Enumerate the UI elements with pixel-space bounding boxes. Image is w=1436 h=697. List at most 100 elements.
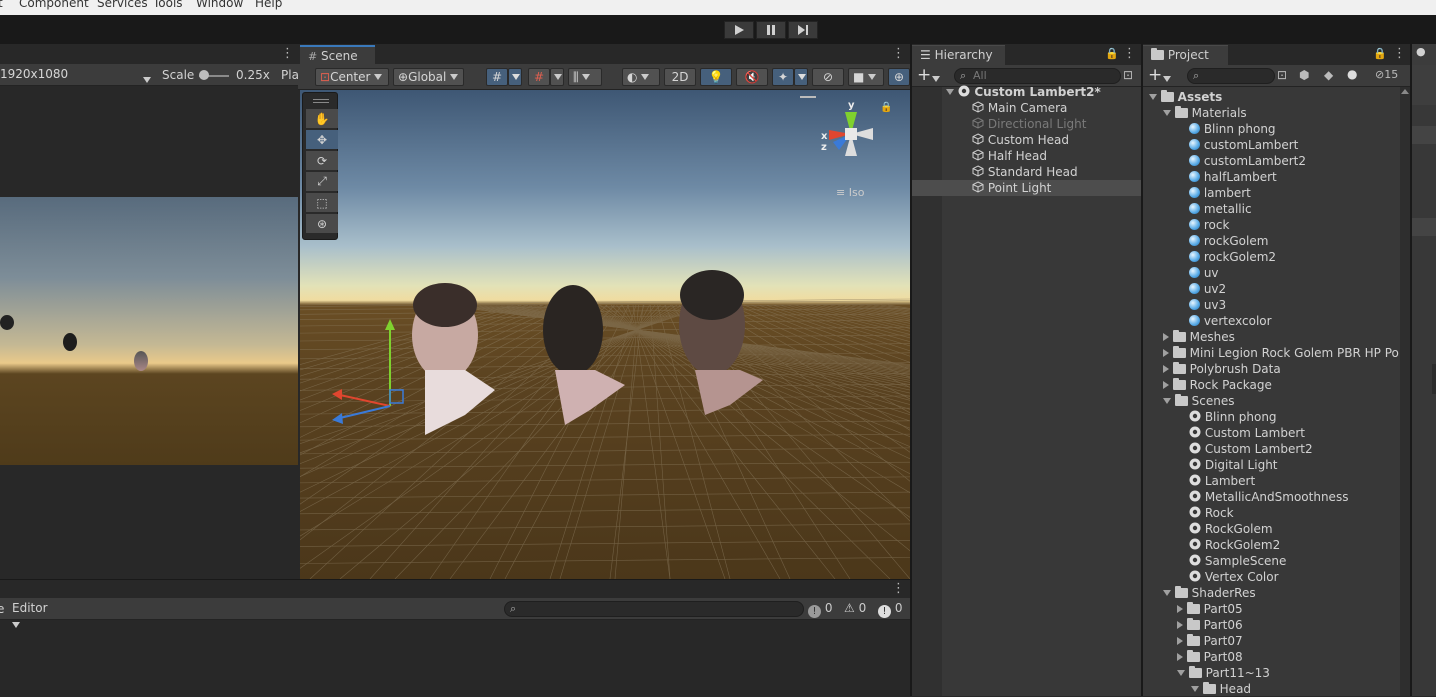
collapsed-arrow-icon[interactable] [1163, 333, 1169, 341]
type-filter-icon[interactable]: ⬢ [1299, 68, 1309, 82]
hand-tool-button[interactable]: ✋ [306, 109, 338, 128]
hierarchy-item[interactable]: Standard Head [912, 164, 1141, 180]
hidden-packages-toggle[interactable]: ⊘15 [1375, 68, 1398, 81]
project-material-item[interactable]: vertexcolor [1143, 313, 1400, 329]
resolution-dropdown[interactable]: 1920x1080 [0, 66, 154, 84]
effects-toggle[interactable]: ✦ [772, 68, 794, 86]
game-view-render[interactable] [0, 197, 298, 465]
kebab-menu-icon[interactable]: ⋮ [892, 46, 905, 61]
collapsed-arrow-icon[interactable] [1177, 621, 1183, 629]
hierarchy-scene-row[interactable]: Custom Lambert2* [912, 84, 1141, 100]
menu-services[interactable]: Services [97, 0, 148, 9]
hierarchy-item[interactable]: Half Head [912, 148, 1141, 164]
lock-icon[interactable]: 🔒 [1373, 47, 1387, 60]
project-scene-item[interactable]: Custom Lambert [1143, 425, 1400, 441]
hierarchy-item[interactable]: Custom Head [912, 132, 1141, 148]
expand-arrow-icon[interactable] [1191, 686, 1199, 692]
project-material-item[interactable]: customLambert [1143, 137, 1400, 153]
grid-snap-dropdown[interactable] [508, 68, 522, 86]
label-filter-icon[interactable]: ◆ [1324, 68, 1333, 82]
project-material-item[interactable]: lambert [1143, 185, 1400, 201]
scene-viewport[interactable]: ✋ ✥ ⟳ ⤢ ⬚ ⊛ 🔒 y x z ≡ Iso [300, 90, 910, 579]
expand-arrow-icon[interactable] [1163, 398, 1171, 404]
project-material-item[interactable]: rock [1143, 217, 1400, 233]
warning-count-toggle[interactable]: ⚠ 0 [844, 600, 876, 618]
project-material-item[interactable]: metallic [1143, 201, 1400, 217]
project-scene-item[interactable]: SampleScene [1143, 553, 1400, 569]
console-search-input[interactable]: ⌕ [504, 601, 804, 617]
collapsed-arrow-icon[interactable] [1177, 653, 1183, 661]
project-folder[interactable]: Polybrush Data [1143, 361, 1400, 377]
menu-component[interactable]: Component [19, 0, 89, 9]
menu-help[interactable]: Help [255, 0, 282, 9]
collapsed-arrow-icon[interactable] [1177, 605, 1183, 613]
scene-search-icon[interactable]: ⊡ [1123, 68, 1133, 82]
visibility-toggle[interactable]: ⊘ [812, 68, 844, 86]
scale-tool-button[interactable]: ⤢ [306, 172, 338, 191]
play-button[interactable] [724, 21, 754, 39]
expand-arrow-icon[interactable] [1163, 110, 1171, 116]
project-material-item[interactable]: uv3 [1143, 297, 1400, 313]
lighting-toggle[interactable]: 💡 [700, 68, 732, 86]
lock-icon[interactable]: 🔒 [1105, 47, 1119, 60]
move-tool-button[interactable]: ✥ [306, 130, 338, 149]
audio-toggle[interactable]: 🔇 [736, 68, 768, 86]
project-scene-item[interactable]: MetallicAndSmoothness [1143, 489, 1400, 505]
project-material-item[interactable]: uv2 [1143, 281, 1400, 297]
project-folder[interactable]: Part06 [1143, 617, 1400, 633]
project-folder[interactable]: Rock Package [1143, 377, 1400, 393]
info-icon[interactable]: ● [1347, 67, 1357, 81]
draw-mode-dropdown[interactable]: ◐ [622, 68, 660, 86]
expand-arrow-icon[interactable] [1149, 94, 1157, 100]
project-folder[interactable]: Meshes [1143, 329, 1400, 345]
log-count-toggle[interactable]: ! 0 [808, 600, 840, 618]
space-dropdown[interactable]: ⊕Global [393, 68, 464, 86]
project-scene-item[interactable]: Custom Lambert2 [1143, 441, 1400, 457]
collapsed-arrow-icon[interactable] [1163, 365, 1169, 373]
menu-window[interactable]: Window [196, 0, 243, 9]
expand-arrow-icon[interactable] [946, 89, 954, 95]
rotate-tool-button[interactable]: ⟳ [306, 151, 338, 170]
project-folder[interactable]: Head [1143, 681, 1400, 697]
move-gizmo[interactable] [332, 319, 404, 424]
collapsed-arrow-icon[interactable] [1163, 349, 1169, 357]
project-scene-item[interactable]: Rock [1143, 505, 1400, 521]
increment-snap-toggle[interactable]: # [528, 68, 550, 86]
scroll-up-icon[interactable] [1401, 89, 1409, 94]
mode-2d-toggle[interactable]: 2D [664, 68, 696, 86]
project-folder-assets[interactable]: Assets [1143, 89, 1400, 105]
project-material-item[interactable]: customLambert2 [1143, 153, 1400, 169]
project-scene-item[interactable]: Lambert [1143, 473, 1400, 489]
project-scene-item[interactable]: RockGolem [1143, 521, 1400, 537]
project-search-input[interactable]: ⌕ [1187, 68, 1275, 84]
scale-slider-thumb[interactable] [199, 70, 209, 80]
tab-hierarchy[interactable]: ☰ Hierarchy [912, 45, 1005, 65]
rect-tool-button[interactable]: ⬚ [306, 193, 338, 212]
project-material-item[interactable]: rockGolem [1143, 233, 1400, 249]
play-focused-dropdown[interactable]: Pla [281, 67, 299, 83]
project-material-item[interactable]: halfLambert [1143, 169, 1400, 185]
add-icon[interactable]: + [917, 65, 931, 85]
hierarchy-item[interactable]: Directional Light [912, 116, 1141, 132]
project-folder[interactable]: Part05 [1143, 601, 1400, 617]
kebab-menu-icon[interactable]: ⋮ [892, 581, 905, 596]
overlay-handle[interactable] [313, 99, 329, 100]
projection-toggle[interactable]: ≡ Iso [836, 186, 864, 199]
step-button[interactable] [788, 21, 818, 39]
tab-inspector[interactable]: ● [1412, 44, 1436, 65]
gizmo-handle[interactable] [800, 96, 816, 98]
project-folder[interactable]: Part11~13 [1143, 665, 1400, 681]
collapsed-arrow-icon[interactable] [1163, 381, 1169, 389]
kebab-menu-icon[interactable]: ⋮ [1123, 46, 1136, 61]
effects-dropdown[interactable] [794, 68, 808, 86]
add-icon[interactable]: + [1148, 65, 1162, 85]
collapsed-arrow-icon[interactable] [1177, 637, 1183, 645]
tab-scene[interactable]: # Scene [300, 45, 375, 65]
expand-arrow-icon[interactable] [1163, 590, 1171, 596]
project-scene-item[interactable]: Vertex Color [1143, 569, 1400, 585]
hierarchy-search-input[interactable]: ⌕ All [954, 68, 1121, 84]
project-scene-item[interactable]: Digital Light [1143, 457, 1400, 473]
kebab-menu-icon[interactable]: ⋮ [1393, 46, 1406, 61]
project-folder[interactable]: ShaderRes [1143, 585, 1400, 601]
menu-edit[interactable]: t [0, 0, 3, 9]
